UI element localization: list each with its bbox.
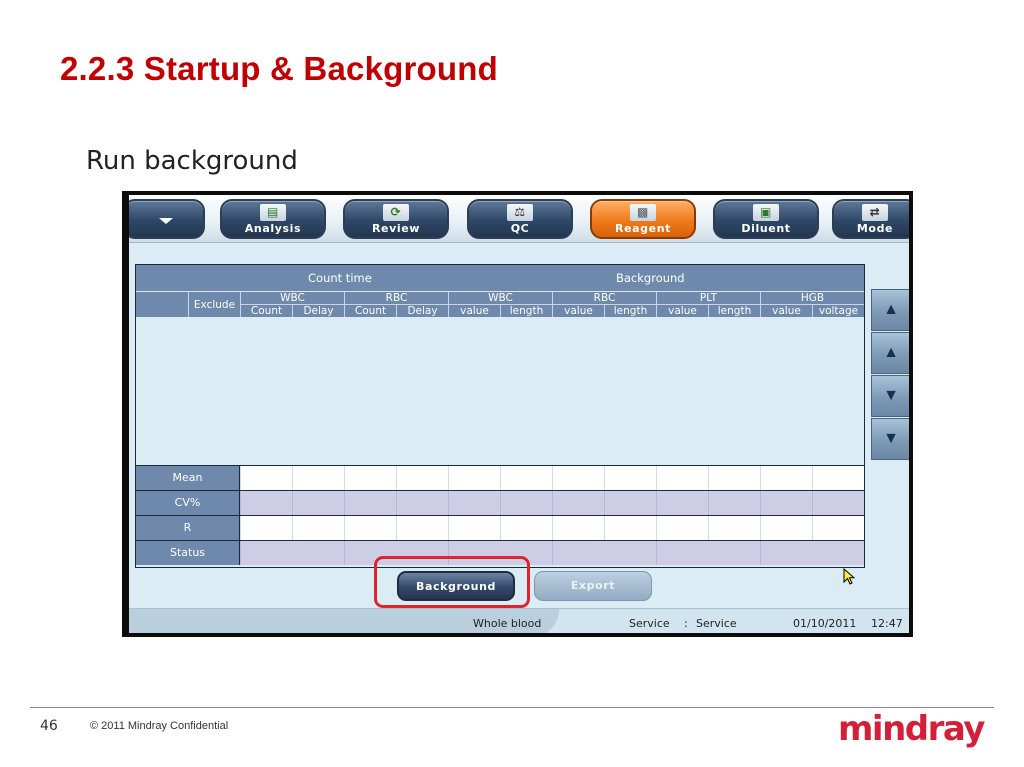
stat-label-mean: Mean — [136, 466, 240, 490]
up-arrow-icon: ▲ — [883, 344, 899, 361]
stat-cells — [240, 491, 864, 515]
double-down-icon: ▼︎ — [883, 430, 899, 447]
top-toolbar: ▤ Analysis ⟳ Review ⚖ QC ▩ Reagent ▣ Dil… — [129, 195, 909, 243]
review-button[interactable]: ⟳ Review — [343, 199, 449, 239]
stat-label-status: Status — [136, 541, 240, 565]
export-button[interactable]: Export — [534, 571, 652, 601]
stat-cells — [240, 541, 864, 565]
page-number: 46 — [40, 718, 58, 734]
slide-title: 2.2.3 Startup & Background — [60, 50, 498, 87]
stat-row-cv: CV% — [136, 490, 864, 515]
review-label: Review — [371, 222, 421, 235]
reagent-label: Reagent — [615, 222, 671, 235]
table-column-header: Exclude WBC RBC WBC RBC PLT HGB Count De… — [136, 291, 864, 318]
col-group-wbc: WBC — [240, 292, 344, 305]
chart-icon: ▤ — [260, 204, 286, 221]
reagent-bottles-icon: ▩ — [630, 204, 656, 221]
background-header: Background — [616, 271, 685, 285]
col-group-plt: PLT — [656, 292, 760, 305]
scroll-top-button[interactable]: ▲︎ — [871, 289, 909, 331]
mode-label: Mode — [856, 222, 894, 235]
scale-icon: ⚖ — [507, 204, 533, 221]
status-time: 12:47 — [871, 617, 903, 630]
status-separator: : — [684, 617, 688, 630]
background-table: Count time Background Exclude WBC RBC WB… — [135, 264, 865, 568]
stat-label-r: R — [136, 516, 240, 540]
status-user-label: Service — [629, 617, 670, 630]
stat-cells — [240, 516, 864, 540]
arrows-icon: ⇄ — [862, 204, 888, 221]
stat-row-r: R — [136, 515, 864, 540]
slide-subtitle: Run background — [86, 146, 298, 176]
scroll-up-button[interactable]: ▲ — [871, 332, 909, 374]
down-arrow-icon: ▼ — [883, 387, 899, 404]
row-index-header — [136, 292, 188, 318]
qc-button[interactable]: ⚖ QC — [467, 199, 573, 239]
diluent-label: Diluent — [741, 222, 791, 235]
copyright-text: © 2011 Mindray Confidential — [90, 720, 229, 732]
scroll-bottom-button[interactable]: ▼︎ — [871, 418, 909, 460]
diluent-button[interactable]: ▣ Diluent — [713, 199, 819, 239]
stat-row-mean: Mean — [136, 465, 864, 490]
menu-dropdown-button[interactable] — [129, 199, 205, 239]
mouse-cursor-icon — [843, 568, 856, 585]
analysis-label: Analysis — [244, 222, 302, 235]
col-group-rbc-bg: RBC — [552, 292, 656, 305]
diluent-icon: ▣ — [753, 204, 779, 221]
chevron-down-icon — [159, 218, 173, 224]
footer-divider — [30, 707, 994, 708]
screen-inner: ▤ Analysis ⟳ Review ⚖ QC ▩ Reagent ▣ Dil… — [129, 195, 909, 633]
scroll-down-button[interactable]: ▼ — [871, 375, 909, 417]
mode-button[interactable]: ⇄ Mode — [832, 199, 909, 239]
col-group-rbc: RBC — [344, 292, 448, 305]
status-bar: Whole blood Service : Service 01/10/2011… — [129, 608, 909, 633]
stat-cells — [240, 466, 864, 490]
background-button[interactable]: Background — [397, 571, 515, 601]
count-time-header: Count time — [308, 271, 372, 285]
analysis-button[interactable]: ▤ Analysis — [220, 199, 326, 239]
stat-label-cv: CV% — [136, 491, 240, 515]
col-group-wbc-bg: WBC — [448, 292, 552, 305]
reagent-button[interactable]: ▩ Reagent — [590, 199, 696, 239]
table-body-empty[interactable] — [136, 317, 864, 465]
status-date: 01/10/2011 — [793, 617, 857, 630]
qc-label: QC — [510, 222, 530, 235]
mindray-logo: mindray — [838, 709, 985, 749]
refresh-icon: ⟳ — [383, 204, 409, 221]
table-group-header: Count time Background — [136, 265, 864, 291]
instrument-screen: ▤ Analysis ⟳ Review ⚖ QC ▩ Reagent ▣ Dil… — [122, 191, 913, 637]
double-up-icon: ▲︎ — [883, 301, 899, 318]
col-group-hgb: HGB — [760, 292, 864, 305]
status-user-value: Service — [696, 617, 737, 630]
status-mode: Whole blood — [473, 617, 542, 630]
exclude-header: Exclude — [188, 292, 240, 318]
